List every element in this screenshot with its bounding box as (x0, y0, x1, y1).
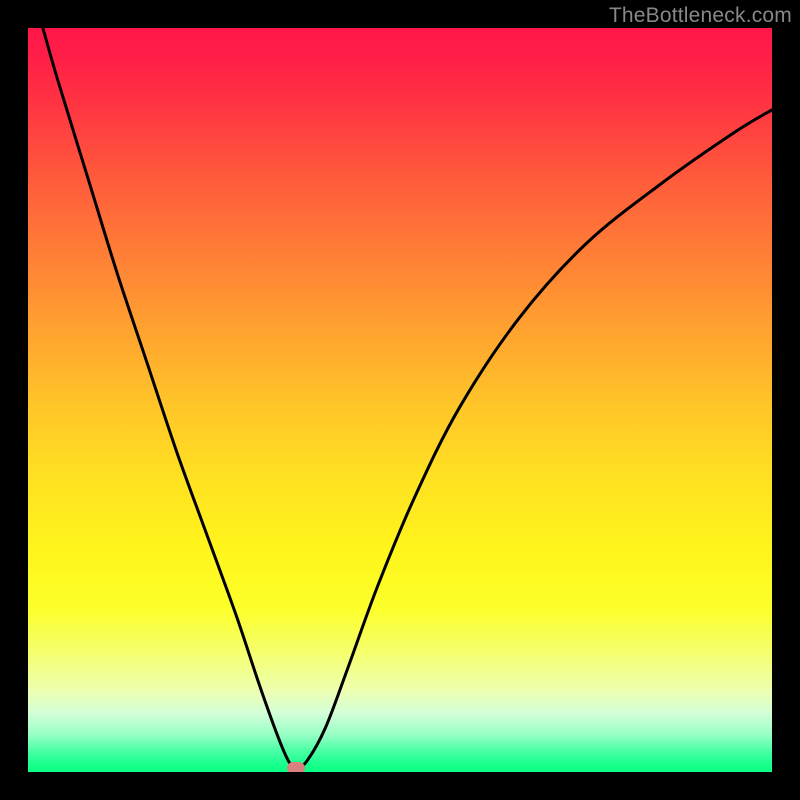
chart-frame: TheBottleneck.com (0, 0, 800, 800)
plot-area (28, 28, 772, 772)
watermark-text: TheBottleneck.com (609, 4, 792, 28)
optimum-marker (287, 762, 305, 772)
bottleneck-curve (43, 28, 772, 768)
curve-layer (28, 28, 772, 772)
